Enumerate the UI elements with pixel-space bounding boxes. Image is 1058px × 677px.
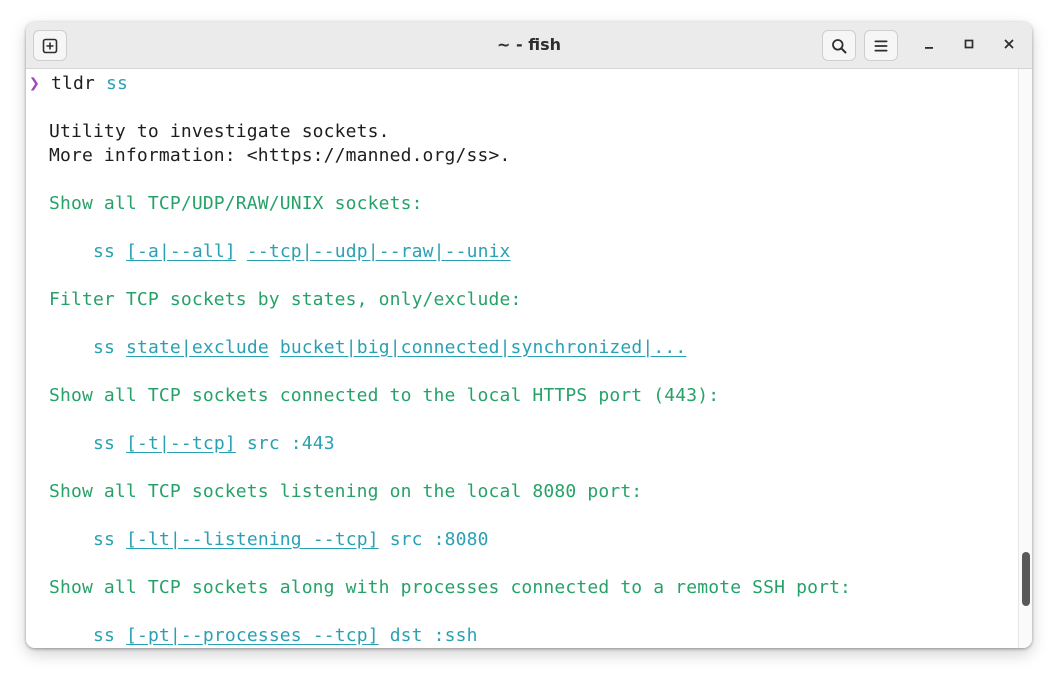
example-command: ss [-pt|--processes --tcp] dst :ssh [93,624,478,648]
example-placeholder: [-t|--tcp] [125,433,236,454]
search-button[interactable] [822,30,856,61]
maximize-button[interactable] [956,33,982,59]
tldr-more-info: More information: <https://manned.org/ss… [49,145,511,166]
example-cmd-name: ss [93,529,115,550]
example-description: Filter TCP sockets by states, only/exclu… [49,289,522,310]
example-cmd-name: ss [93,241,115,262]
prompt-glyph: ❯ [29,73,40,94]
minimize-button[interactable] [916,33,942,59]
example-command: ss [-lt|--listening --tcp] src :8080 [93,528,489,552]
example-description: Show all TCP sockets listening on the lo… [49,481,643,502]
minimize-icon [923,37,935,55]
close-button[interactable] [996,33,1022,59]
example-args: dst :ssh [389,625,478,646]
example-cmd-name: ss [93,625,115,646]
example-placeholder: [-a|--all] [125,241,236,262]
example-placeholder: state|exclude [125,337,269,358]
command-text: tldr [51,73,95,94]
example-placeholder: [-pt|--processes --tcp] [125,625,379,646]
example-command: ss [-a|--all] --tcp|--udp|--raw|--unix [93,240,511,264]
hamburger-menu-icon [873,38,889,54]
example-cmd-name: ss [93,433,115,454]
example-command: ss state|exclude bucket|big|connected|sy… [93,336,686,360]
example-placeholder: --tcp|--udp|--raw|--unix [246,241,511,262]
main-menu-button[interactable] [864,30,898,61]
close-icon [1003,37,1015,55]
prompt-line: ❯ tldr ss [29,72,128,96]
search-icon [831,38,847,54]
terminal-window: ~ - fish ❯ tldr ss Utility to investigat… [26,22,1032,648]
example-description: Show all TCP/UDP/RAW/UNIX sockets: [49,193,423,214]
scrollbar-thumb[interactable] [1022,552,1030,606]
header-bar: ~ - fish [26,22,1032,69]
terminal-output[interactable]: ❯ tldr ss Utility to investigate sockets… [26,69,1018,648]
example-placeholder: bucket|big|connected|synchronized|... [279,337,687,358]
scrollbar[interactable] [1018,69,1032,648]
command-arg: ss [105,73,128,94]
example-placeholder: [-lt|--listening --tcp] [125,529,379,550]
example-args: src :8080 [389,529,489,550]
example-description: Show all TCP sockets connected to the lo… [49,385,720,406]
example-args: src :443 [246,433,335,454]
example-description: Show all TCP sockets along with processe… [49,577,852,598]
example-cmd-name: ss [93,337,115,358]
maximize-icon [963,37,975,55]
example-command: ss [-t|--tcp] src :443 [93,432,335,456]
tldr-description: Utility to investigate sockets. [49,121,390,142]
